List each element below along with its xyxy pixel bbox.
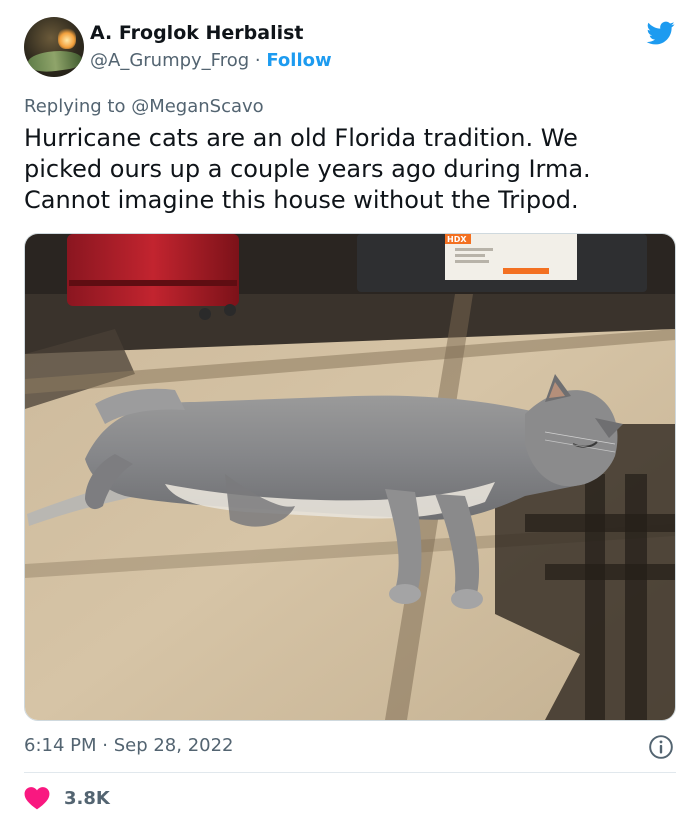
info-icon[interactable]	[648, 734, 674, 760]
tweet-time: 6:14 PM	[24, 735, 97, 756]
like-count: 3.8K	[64, 787, 110, 809]
author-handle-row: @A_Grumpy_Frog · Follow	[90, 50, 332, 71]
avatar-glow	[58, 27, 76, 49]
cat-photo-illustration: HDX	[25, 234, 675, 720]
reply-context: Replying to @MeganScavo	[24, 96, 264, 117]
avatar[interactable]	[24, 17, 84, 77]
like-action[interactable]: 3.8K	[24, 785, 110, 811]
author-display-name[interactable]: A. Froglok Herbalist	[90, 22, 304, 44]
box-label: HDX	[447, 235, 467, 244]
tweet-text: Hurricane cats are an old Florida tradit…	[24, 124, 591, 214]
reply-mention[interactable]: @MeganScavo	[131, 96, 264, 117]
author-handle[interactable]: @A_Grumpy_Frog	[90, 50, 249, 71]
avatar-leaf	[26, 47, 84, 75]
bird-icon[interactable]	[645, 19, 677, 47]
follow-button[interactable]: Follow	[266, 50, 331, 71]
tweet-date: Sep 28, 2022	[113, 735, 234, 756]
handle-separator: ·	[249, 50, 267, 71]
divider	[24, 772, 676, 773]
heart-icon[interactable]	[24, 786, 50, 810]
tweet-timestamp[interactable]: 6:14 PM · Sep 28, 2022	[24, 735, 234, 756]
timestamp-separator: ·	[96, 735, 114, 756]
tweet-photo[interactable]: HDX	[24, 233, 676, 721]
reply-prefix: Replying to	[24, 96, 132, 117]
